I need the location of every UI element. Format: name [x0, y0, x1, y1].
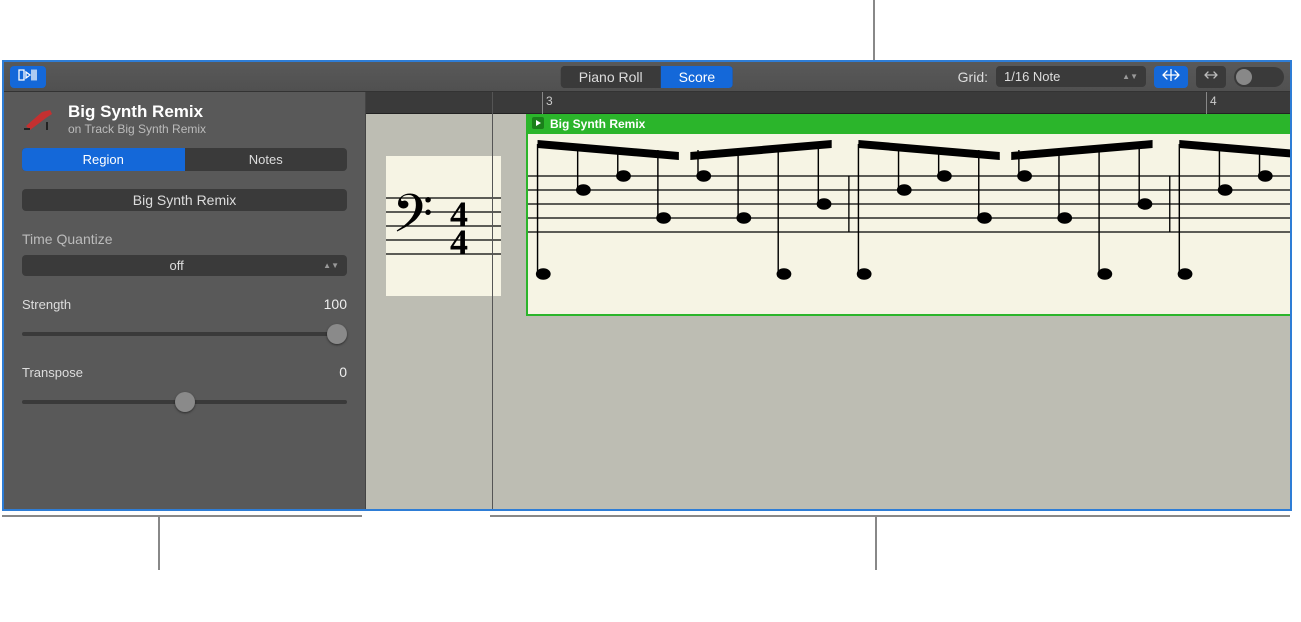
link-toggle[interactable] [1234, 67, 1284, 87]
strength-value: 100 [324, 296, 347, 312]
region-header-title: Big Synth Remix [550, 117, 645, 131]
ruler-bar-4: 4 [1210, 94, 1217, 108]
callout-line-top [873, 0, 875, 60]
transpose-label: Transpose [22, 365, 83, 380]
grid-label: Grid: [958, 69, 988, 85]
music-region[interactable] [526, 134, 1292, 316]
clef-and-signature: 𝄢 4 4 [386, 156, 501, 296]
instrument-icon [22, 102, 56, 136]
inspector-tabs: Region Notes [22, 148, 347, 171]
slider-knob [175, 392, 195, 412]
toggle-knob [1236, 69, 1252, 85]
time-quantize-select[interactable]: off ▲▼ [22, 255, 347, 276]
playhead[interactable] [492, 92, 493, 509]
transpose-value: 0 [339, 364, 347, 380]
view-mode-segmented-control: Piano Roll Score [561, 66, 733, 88]
region-track-subtitle: on Track Big Synth Remix [68, 122, 206, 136]
tab-region[interactable]: Region [22, 148, 185, 171]
score-display[interactable]: 3 4 𝄢 4 4 [366, 92, 1290, 509]
region-title: Big Synth Remix [68, 102, 206, 122]
inspector-panel: Big Synth Remix on Track Big Synth Remix… [4, 92, 366, 509]
slider-knob [327, 324, 347, 344]
time-quantize-label: Time Quantize [22, 231, 347, 247]
score-editor-window: Piano Roll Score Grid: 1/16 Note ▲▼ [2, 60, 1292, 511]
region-header[interactable]: Big Synth Remix [526, 114, 1292, 134]
vertical-auto-zoom-icon [1204, 68, 1218, 85]
transpose-slider[interactable] [22, 392, 347, 412]
editor-toolbar: Piano Roll Score Grid: 1/16 Note ▲▼ [4, 62, 1290, 92]
chevron-updown-icon: ▲▼ [1122, 74, 1138, 80]
tab-notes[interactable]: Notes [185, 148, 348, 171]
chevron-updown-icon: ▲▼ [323, 263, 339, 269]
tab-piano-roll[interactable]: Piano Roll [561, 66, 661, 88]
note-group [537, 140, 849, 279]
catch-playhead-icon [1162, 68, 1180, 85]
strength-label: Strength [22, 297, 71, 312]
catch-playhead-button[interactable] [1154, 66, 1188, 88]
empty-score-area [366, 350, 1290, 509]
callout-line-bottom-left [158, 515, 160, 570]
callout-line-bottom-right [875, 515, 877, 570]
horizontal-auto-zoom-button[interactable] [1196, 66, 1226, 88]
time-quantize-value: off [30, 258, 323, 273]
bass-clef-icon: 𝄢 [392, 185, 433, 256]
notation-canvas [528, 134, 1292, 316]
callout-bracket-left [2, 515, 362, 517]
toggle-inspector-button[interactable] [10, 66, 46, 88]
strength-slider[interactable] [22, 324, 347, 344]
bar-ruler[interactable]: 3 4 [366, 92, 1290, 114]
grid-select[interactable]: 1/16 Note ▲▼ [996, 66, 1146, 87]
grid-value: 1/16 Note [1004, 69, 1060, 84]
region-name-field[interactable]: Big Synth Remix [22, 189, 347, 211]
sidebar-toggle-icon [18, 68, 38, 85]
callout-bracket-right [490, 515, 1290, 517]
time-signature: 4 4 [450, 200, 468, 256]
tab-score[interactable]: Score [661, 66, 734, 88]
time-sig-denominator: 4 [450, 228, 468, 256]
ruler-bar-3: 3 [546, 94, 553, 108]
play-region-icon [532, 117, 544, 132]
slider-track [22, 332, 347, 336]
